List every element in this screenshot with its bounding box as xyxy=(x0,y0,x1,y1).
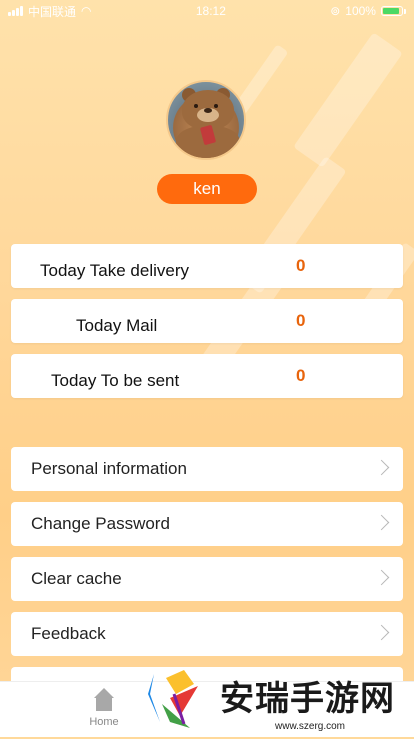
clock: 18:12 xyxy=(195,4,226,18)
stat-label: Today Mail xyxy=(76,316,158,335)
stat-card-mail[interactable]: Today Mail 0 xyxy=(11,299,403,343)
tab-home-label: Home xyxy=(89,716,119,728)
orientation-lock-icon: ⊚ xyxy=(330,4,341,18)
chevron-right-icon xyxy=(373,624,390,641)
chevron-right-icon xyxy=(373,514,390,531)
battery-percent: 100% xyxy=(345,4,376,18)
menu-item-clear-cache[interactable]: Clear cache xyxy=(11,557,403,601)
signal-icon xyxy=(8,6,23,16)
avatar[interactable] xyxy=(166,80,246,160)
watermark: 安瑞手游网 www.szerg.com xyxy=(140,662,414,736)
menu-item-feedback[interactable]: Feedback xyxy=(11,612,403,656)
stat-label: Today Take delivery xyxy=(40,261,189,280)
stat-card-take-delivery[interactable]: Today Take delivery 0 xyxy=(11,244,403,288)
menu-item-label: Personal information xyxy=(31,459,187,478)
menu-item-label: Feedback xyxy=(31,624,106,643)
tab-home[interactable]: Home xyxy=(76,688,132,728)
menu-item-personal-information[interactable]: Personal information xyxy=(11,447,403,491)
chevron-right-icon xyxy=(373,459,390,476)
menu-item-label: Clear cache xyxy=(31,569,122,588)
stat-label: Today To be sent xyxy=(51,371,180,390)
carrier-label: 中国联通 xyxy=(28,4,77,19)
stat-value: 0 xyxy=(296,366,306,385)
status-bar: 中国联通 ◠ 18:12 ⊚ 100% xyxy=(0,0,414,22)
stat-value: 0 xyxy=(296,256,306,275)
watermark-text: 安瑞手游网 xyxy=(220,680,395,718)
chevron-right-icon xyxy=(373,569,390,586)
username-badge: ken xyxy=(157,174,257,204)
menu-item-change-password[interactable]: Change Password xyxy=(11,502,403,546)
watermark-logo-icon xyxy=(140,664,212,734)
home-icon xyxy=(92,688,116,712)
watermark-url: www.szerg.com xyxy=(275,721,346,732)
stat-value: 0 xyxy=(296,311,306,330)
wifi-icon: ◠ xyxy=(81,4,92,18)
stat-card-to-be-sent[interactable]: Today To be sent 0 xyxy=(11,354,403,398)
menu-item-label: Change Password xyxy=(31,514,170,533)
battery-icon xyxy=(380,6,403,16)
